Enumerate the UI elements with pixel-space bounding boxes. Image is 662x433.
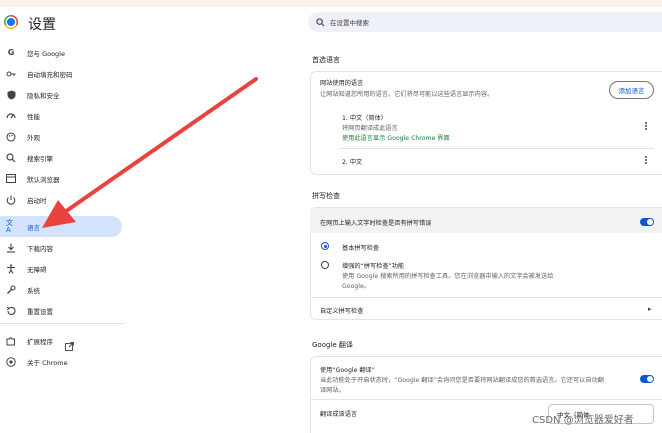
chevron-right-icon[interactable]: ▸ <box>648 305 652 313</box>
sidebar-item-appearance[interactable]: 外观 <box>0 126 122 147</box>
wrench-icon <box>6 284 16 295</box>
sidebar-divider <box>0 323 124 324</box>
sidebar-item-on-startup[interactable]: 启动时 <box>0 189 122 210</box>
sidebar-item-label: 系统 <box>27 286 40 295</box>
sidebar-item-reset-settings[interactable]: 重置设置 <box>0 300 122 321</box>
search-icon <box>316 17 325 26</box>
translate-desc-2: 译网站。 <box>320 387 345 394</box>
translate-toggle[interactable] <box>640 375 654 383</box>
enhanced-spellcheck-radio[interactable] <box>321 261 329 269</box>
sidebar-item-label: 外观 <box>27 133 40 142</box>
search-icon <box>6 152 16 163</box>
sidebar-item-label: 默认浏览器 <box>27 175 60 184</box>
puzzle-icon <box>6 336 16 346</box>
more-options-icon[interactable] <box>643 122 649 130</box>
sidebar-item-performance[interactable]: 性能 <box>0 105 122 126</box>
enhanced-spellcheck-desc: 使用 Google 搜索所用的拼写检查工具。您在浏览器中输入的文字会被发送给 <box>342 273 554 280</box>
sidebar-item-label: 重置设置 <box>27 307 53 316</box>
sidebar-item-label: 无障碍 <box>27 265 47 274</box>
sidebar-item-extensions[interactable]: 扩展程序 <box>0 330 122 351</box>
card-description: 让网站知道您所用的语言。它们将尽可能以这些语言显示内容。 <box>320 91 494 98</box>
sidebar-item-system[interactable]: 系统 <box>0 279 122 300</box>
translate-desc: 当此功能处于开启状态时，“Google 翻译”会询问您是否要将网站翻译成您的首选… <box>320 377 604 384</box>
add-language-button[interactable]: 添加语言 <box>609 81 654 99</box>
reset-icon <box>6 306 16 316</box>
sidebar-item-downloads[interactable]: 下载内容 <box>0 237 122 258</box>
google-icon: G <box>7 47 15 57</box>
sidebar-item-label: 语言 <box>27 223 40 232</box>
section-title-google-translate: Google 翻译 <box>312 341 353 349</box>
sidebar-item-autofill[interactable]: 自动填充和密码 <box>0 63 122 84</box>
spellcheck-divider <box>310 297 662 298</box>
language-name: 1. 中文（简体） <box>342 115 387 122</box>
language-divider <box>340 148 654 149</box>
chrome-logo-icon <box>4 15 18 29</box>
sidebar-item-accessibility[interactable]: 无障碍 <box>0 258 122 279</box>
shield-icon <box>6 90 16 100</box>
speedometer-icon <box>6 111 16 121</box>
language-name: 2. 中文 <box>342 159 363 166</box>
spellcheck-toggle[interactable] <box>640 218 654 226</box>
sidebar-item-label: 搜索引擎 <box>27 154 53 163</box>
translate-icon: 文A <box>6 218 13 234</box>
power-icon <box>6 195 16 205</box>
sidebar-item-label: 自动填充和密码 <box>27 70 73 79</box>
section-title-preferred-languages: 首选语言 <box>312 56 340 64</box>
sidebar-item-label: 启动时 <box>27 196 47 205</box>
sidebar-item-label: 关于 Chrome <box>27 358 68 367</box>
sidebar-item-default-browser[interactable]: 默认浏览器 <box>0 168 122 189</box>
spellcheck-toggle-label: 在网页上输入文字时检查是否有拼写错误 <box>320 220 432 227</box>
download-icon <box>6 243 16 253</box>
key-icon <box>6 69 16 79</box>
translate-divider <box>310 399 662 400</box>
sidebar-item-search-engine[interactable]: 搜索引擎 <box>0 147 122 168</box>
section-title-spellcheck: 拼写检查 <box>312 192 340 200</box>
search-placeholder: 在设置中搜索 <box>330 19 369 27</box>
sidebar-item-label: 扩展程序 <box>27 337 53 346</box>
translate-toggle-label: 使用“Google 翻译” <box>320 367 375 374</box>
enhanced-spellcheck-desc-2: Google。 <box>342 283 371 290</box>
browser-icon <box>6 174 16 184</box>
sidebar-item-privacy[interactable]: 隐私和安全 <box>0 84 122 105</box>
sidebar-item-languages[interactable]: 文A 语言 <box>0 216 122 237</box>
enhanced-spellcheck-label: 增强的“拼写检查”功能 <box>342 263 405 270</box>
sidebar-item-label: 下载内容 <box>27 244 53 253</box>
page-title: 设置 <box>28 17 56 33</box>
sidebar-item-label: 隐私和安全 <box>27 91 60 100</box>
basic-spellcheck-label: 基本拼写检查 <box>342 245 380 252</box>
card-title: 网站使用的语言 <box>320 80 364 87</box>
sidebar-item-label: 您与 Google <box>27 49 65 58</box>
accessibility-icon <box>6 263 16 274</box>
sidebar-item-you-and-google[interactable]: G 您与 Google <box>0 42 122 63</box>
palette-icon <box>6 131 16 142</box>
sidebar-item-label: 性能 <box>27 112 40 121</box>
search-input[interactable]: 在设置中搜索 <box>308 12 662 32</box>
watermark: CSDN @浏览器爱好者 <box>532 415 634 426</box>
custom-spellcheck-label[interactable]: 自定义拼写检查 <box>320 306 363 315</box>
language-translate-note: 将网页翻译成此语言 <box>342 125 398 132</box>
translate-target-label: 翻译成该语言 <box>320 411 358 418</box>
more-options-icon[interactable] <box>643 156 649 164</box>
top-strip <box>0 0 662 7</box>
language-ui-note: 使用此语言显示 Google Chrome 界面 <box>342 135 450 142</box>
basic-spellcheck-radio[interactable] <box>321 242 329 250</box>
chrome-icon <box>6 356 16 367</box>
sidebar-item-about-chrome[interactable]: 关于 Chrome <box>0 351 122 372</box>
